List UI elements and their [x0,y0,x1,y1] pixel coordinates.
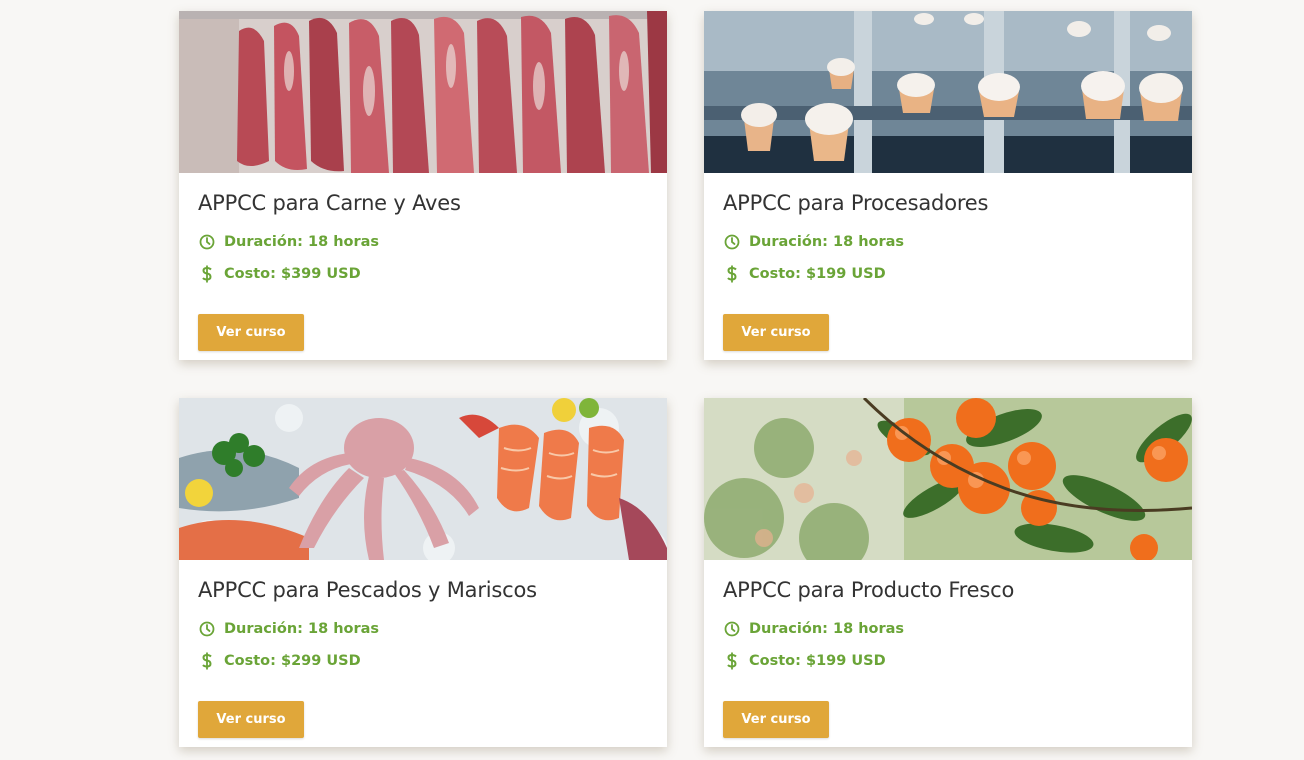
duration-text: Duración: 18 horas [749,621,905,637]
dollar-icon [198,652,216,670]
view-course-button[interactable]: Ver curso [723,314,829,351]
course-cost: Costo: $399 USD [198,265,361,283]
course-duration: Duración: 18 horas [198,233,379,251]
clock-icon [723,620,741,638]
course-title: APPCC para Pescados y Mariscos [198,578,537,602]
course-cost: Costo: $299 USD [198,652,361,670]
clock-icon [198,620,216,638]
course-image-processing[interactable] [704,11,1192,173]
clock-icon [198,233,216,251]
course-card: APPCC para Producto Fresco Duración: 18 … [704,398,1192,747]
course-cost: Costo: $199 USD [723,652,886,670]
course-cost: Costo: $199 USD [723,265,886,283]
dollar-icon [198,265,216,283]
view-course-button[interactable]: Ver curso [723,701,829,738]
clock-icon [723,233,741,251]
course-duration: Duración: 18 horas [723,233,904,251]
course-card: APPCC para Carne y Aves Duración: 18 hor… [179,11,667,360]
cost-text: Costo: $399 USD [224,266,361,282]
duration-text: Duración: 18 horas [224,621,380,637]
course-duration: Duración: 18 horas [198,620,379,638]
view-course-button[interactable]: Ver curso [198,701,304,738]
cost-text: Costo: $199 USD [749,653,886,669]
cost-text: Costo: $199 USD [749,266,886,282]
duration-text: Duración: 18 horas [749,234,905,250]
course-image-produce[interactable] [704,398,1192,560]
course-title: APPCC para Procesadores [723,191,989,215]
dollar-icon [723,265,741,283]
dollar-icon [723,652,741,670]
view-course-button[interactable]: Ver curso [198,314,304,351]
course-title: APPCC para Carne y Aves [198,191,461,215]
course-image-seafood[interactable] [179,398,667,560]
course-duration: Duración: 18 horas [723,620,904,638]
cost-text: Costo: $299 USD [224,653,361,669]
course-image-meat[interactable] [179,11,667,173]
course-card: APPCC para Pescados y Mariscos Duración:… [179,398,667,747]
course-title: APPCC para Producto Fresco [723,578,1015,602]
duration-text: Duración: 18 horas [224,234,380,250]
course-card: APPCC para Procesadores Duración: 18 hor… [704,11,1192,360]
